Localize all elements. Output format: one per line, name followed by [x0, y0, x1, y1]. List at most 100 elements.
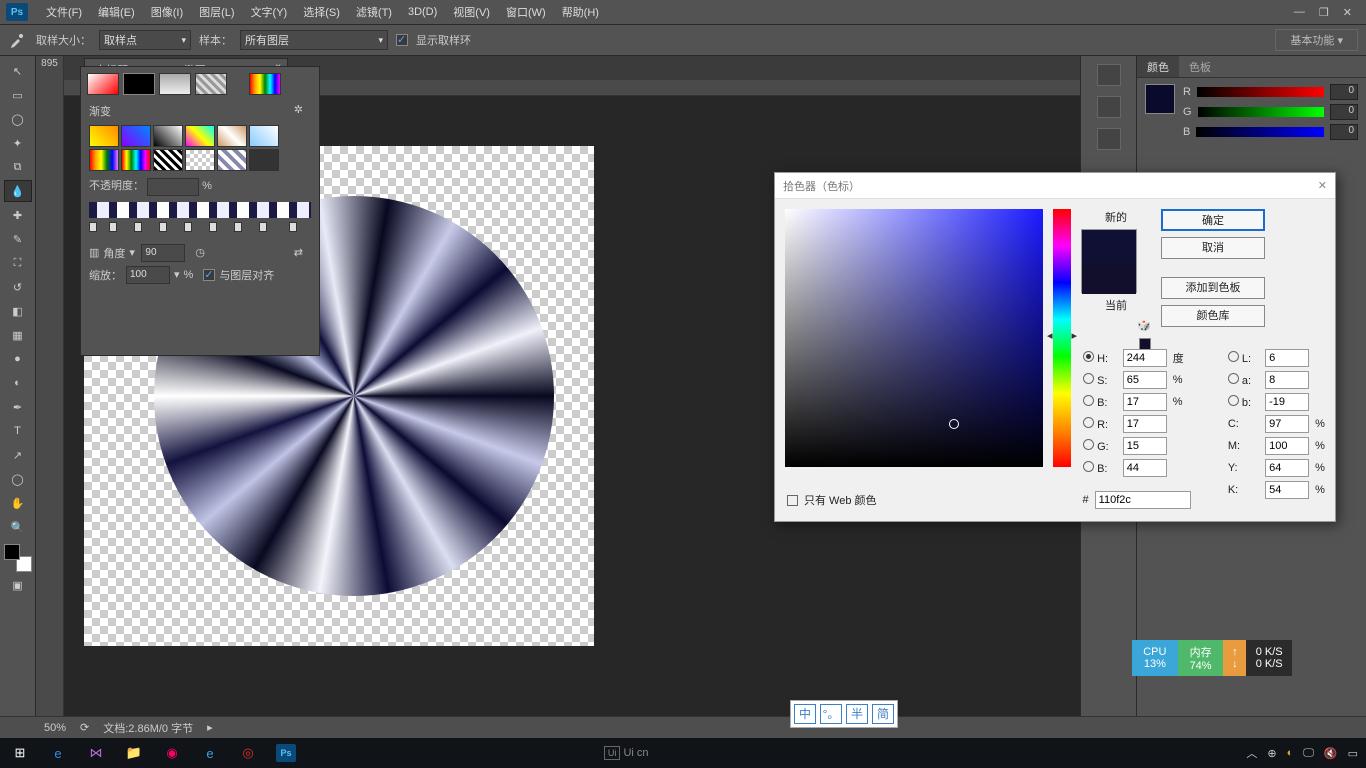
grad-style-1[interactable] [87, 73, 119, 95]
angle-input[interactable] [141, 244, 185, 262]
heal-tool[interactable]: ✚ [4, 204, 32, 226]
tab-swatches[interactable]: 色板 [1179, 56, 1221, 77]
dodge-tool[interactable]: ◐ [4, 372, 32, 394]
taskbar-vs[interactable]: ⋈ [80, 740, 112, 766]
color-lib-button[interactable]: 颜色库 [1161, 305, 1265, 327]
preset-7[interactable] [89, 149, 119, 171]
r-radio[interactable] [1083, 417, 1094, 428]
r-value[interactable]: 0 [1330, 84, 1358, 100]
menu-view[interactable]: 视图(V) [445, 1, 498, 23]
minimize-icon[interactable]: — [1294, 6, 1305, 19]
marquee-tool[interactable]: ▭ [4, 84, 32, 106]
path-select-tool[interactable]: ↗ [4, 444, 32, 466]
a-radio[interactable] [1228, 373, 1239, 384]
hex-input[interactable] [1095, 491, 1191, 509]
taskbar-ps[interactable]: Ps [270, 740, 302, 766]
crop-tool[interactable]: ⧉ [4, 156, 32, 178]
gradient-menu-icon[interactable]: ✲ [294, 103, 303, 116]
l-input[interactable] [1265, 349, 1309, 367]
b2-input[interactable] [1265, 393, 1309, 411]
b-slider[interactable] [1196, 127, 1324, 137]
scale-input[interactable] [126, 266, 170, 284]
bc-radio[interactable] [1083, 461, 1094, 472]
preset-5[interactable] [217, 125, 247, 147]
dock-properties-icon[interactable] [1097, 128, 1121, 150]
gradient-tool[interactable]: ▦ [4, 324, 32, 346]
zoom-tool[interactable]: 🔍 [4, 516, 32, 538]
tray-globe-icon[interactable]: ⊕ [1267, 747, 1276, 760]
cancel-button[interactable]: 取消 [1161, 237, 1265, 259]
bc-input[interactable] [1123, 459, 1167, 477]
menu-layer[interactable]: 图层(L) [191, 1, 242, 23]
type-tool[interactable]: T [4, 420, 32, 442]
menu-select[interactable]: 选择(S) [295, 1, 348, 23]
show-ring-checkbox[interactable] [396, 34, 408, 46]
fg-bg-swatch[interactable] [4, 544, 32, 572]
close-icon[interactable]: ✕ [1343, 6, 1352, 19]
b2-radio[interactable] [1228, 395, 1239, 406]
stop-9[interactable] [289, 222, 297, 232]
lasso-tool[interactable]: ◯ [4, 108, 32, 130]
menu-file[interactable]: 文件(F) [38, 1, 90, 23]
status-arrow-icon[interactable]: ▸ [207, 721, 213, 734]
l-radio[interactable] [1228, 351, 1239, 362]
tray-palette-icon[interactable]: ◐ [1287, 747, 1294, 759]
preset-4[interactable] [185, 125, 215, 147]
dock-actions-icon[interactable] [1097, 96, 1121, 118]
brush-tool[interactable]: ✎ [4, 228, 32, 250]
stop-4[interactable] [159, 222, 167, 232]
gradient-stops[interactable] [89, 222, 311, 236]
gradient-bar[interactable] [89, 202, 311, 218]
s-radio[interactable] [1083, 373, 1094, 384]
a-input[interactable] [1265, 371, 1309, 389]
ok-button[interactable]: 确定 [1161, 209, 1265, 231]
sample-combo[interactable]: 所有图层 [240, 30, 388, 50]
eyedropper-tool-icon[interactable] [6, 29, 28, 51]
preset-2[interactable] [121, 125, 151, 147]
s-input[interactable] [1123, 371, 1167, 389]
menu-type[interactable]: 文字(Y) [243, 1, 296, 23]
start-button[interactable]: ⊞ [4, 740, 36, 766]
c-input[interactable] [1265, 415, 1309, 433]
opacity-input[interactable] [147, 178, 199, 196]
zoom-level[interactable]: 50% [44, 722, 66, 734]
menu-window[interactable]: 窗口(W) [498, 1, 554, 23]
bv-radio[interactable] [1083, 395, 1094, 406]
menu-help[interactable]: 帮助(H) [554, 1, 607, 23]
preset-10[interactable] [185, 149, 215, 171]
tab-color[interactable]: 颜色 [1137, 56, 1179, 77]
menu-edit[interactable]: 编辑(E) [90, 1, 143, 23]
wand-tool[interactable]: ✦ [4, 132, 32, 154]
move-tool[interactable]: ↖ [4, 60, 32, 82]
grad-style-2[interactable] [123, 73, 155, 95]
k-input[interactable] [1265, 481, 1309, 499]
bv-input[interactable] [1123, 393, 1167, 411]
picker-close-icon[interactable]: ✕ [1318, 179, 1327, 192]
picker-titlebar[interactable]: 拾色器（色标） ✕ [775, 173, 1335, 199]
web-only-checkbox[interactable] [787, 495, 798, 506]
preset-12[interactable] [249, 149, 279, 171]
quickmask-toggle[interactable]: ▣ [4, 574, 32, 596]
preset-3[interactable] [153, 125, 183, 147]
ime-simp[interactable]: 简 [872, 704, 894, 724]
menu-3d[interactable]: 3D(D) [400, 3, 445, 21]
add-swatch-button[interactable]: 添加到色板 [1161, 277, 1265, 299]
tray-chevron-icon[interactable]: ︿ [1246, 745, 1257, 761]
sv-field[interactable] [785, 209, 1043, 467]
taskbar-explorer[interactable]: 📁 [118, 740, 150, 766]
stop-7[interactable] [234, 222, 242, 232]
dock-history-icon[interactable] [1097, 64, 1121, 86]
history-brush-tool[interactable]: ↺ [4, 276, 32, 298]
g-slider[interactable] [1198, 107, 1324, 117]
gp-input[interactable] [1123, 437, 1167, 455]
g-value[interactable]: 0 [1330, 104, 1358, 120]
hue-strip[interactable]: ◂▸ [1053, 209, 1071, 467]
align-checkbox[interactable] [203, 269, 215, 281]
sample-size-combo[interactable]: 取样点 [99, 30, 191, 50]
grad-spectrum[interactable] [249, 73, 281, 95]
preset-11[interactable] [217, 149, 247, 171]
taskbar-browser[interactable]: ◉ [156, 740, 188, 766]
sync-icon[interactable]: ⟳ [80, 721, 89, 734]
menu-image[interactable]: 图像(I) [143, 1, 191, 23]
h-input[interactable] [1123, 349, 1167, 367]
